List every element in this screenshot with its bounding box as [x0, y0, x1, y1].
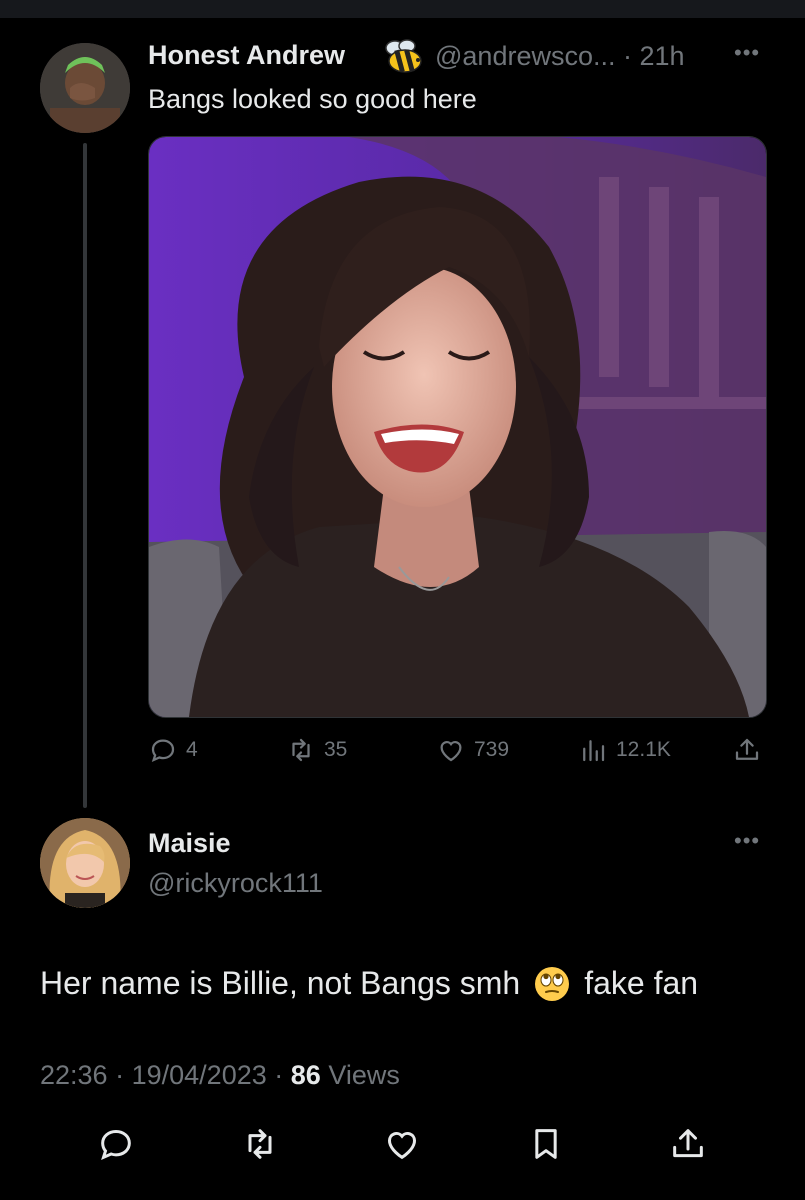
retweet-button[interactable]: 35: [286, 735, 347, 765]
reply-text-part2: fake fan: [584, 965, 699, 1001]
share-button[interactable]: [732, 735, 770, 765]
bookmark-button[interactable]: [526, 1124, 566, 1169]
separator-dot: ·: [623, 41, 632, 71]
bookmark-icon: [535, 1129, 557, 1159]
tweet-metadata: 22:36 · 19/04/2023 · 86 Views: [40, 1060, 400, 1091]
reply-button[interactable]: 4: [148, 735, 198, 765]
reply-author-handle[interactable]: @rickyrock111: [148, 868, 323, 899]
analytics-icon: [583, 740, 605, 762]
author-handle[interactable]: @andrewsco...: [435, 41, 615, 71]
author-name[interactable]: Honest Andrew: [148, 40, 345, 71]
share-icon: [673, 1129, 703, 1158]
retweet-count: 35: [324, 738, 348, 761]
reply-actions: [0, 1124, 805, 1168]
views-button[interactable]: 12.1K: [578, 735, 671, 765]
meta-separator: ·: [274, 1060, 284, 1090]
time-ago[interactable]: 21h: [640, 41, 685, 71]
avatar-maisie[interactable]: [40, 818, 130, 908]
avatar-honest-andrew[interactable]: [40, 43, 130, 133]
reply-text-part1: Her name is Billie, not Bangs smh: [40, 965, 521, 1001]
tweet-actions: 4 35 739 12.1K: [0, 735, 805, 771]
meta-separator: ·: [115, 1060, 125, 1090]
thread-connector-line: [83, 143, 87, 808]
reply-count: 4: [186, 738, 198, 761]
reply-text: Her name is Billie, not Bangs smh fake f…: [40, 965, 698, 1002]
tweet-time[interactable]: 22:36: [40, 1060, 108, 1090]
retweet-button[interactable]: [240, 1124, 280, 1169]
handle-and-time[interactable]: @andrewsco... · 21h: [435, 41, 685, 72]
share-button[interactable]: [668, 1124, 708, 1169]
like-button[interactable]: 739: [436, 735, 509, 765]
bee-emoji-icon: [381, 36, 425, 76]
heart-icon: [388, 1132, 416, 1160]
share-icon: [735, 738, 759, 760]
tweet-media-photo[interactable]: [148, 136, 767, 718]
tweet-date[interactable]: 19/04/2023: [132, 1060, 267, 1090]
like-count: 739: [474, 738, 510, 761]
more-options-icon[interactable]: •••: [734, 40, 760, 66]
reply-more-options-icon[interactable]: •••: [734, 828, 760, 854]
reply-icon: [101, 1129, 131, 1161]
views-count: 12.1K: [616, 738, 671, 761]
views-label: Views: [328, 1060, 400, 1090]
reply-button[interactable]: [96, 1124, 136, 1169]
reply-author-name[interactable]: Maisie: [148, 828, 231, 859]
like-button[interactable]: [382, 1124, 422, 1169]
reply-icon: [151, 739, 175, 763]
retweet-icon: [248, 1129, 272, 1159]
tweet-text: Bangs looked so good here: [148, 84, 477, 114]
rolling-eyes-emoji-icon: [534, 966, 570, 1002]
retweet-icon: [292, 738, 310, 762]
status-bar: [0, 0, 805, 18]
heart-icon: [440, 741, 462, 762]
views-number[interactable]: 86: [291, 1060, 321, 1090]
